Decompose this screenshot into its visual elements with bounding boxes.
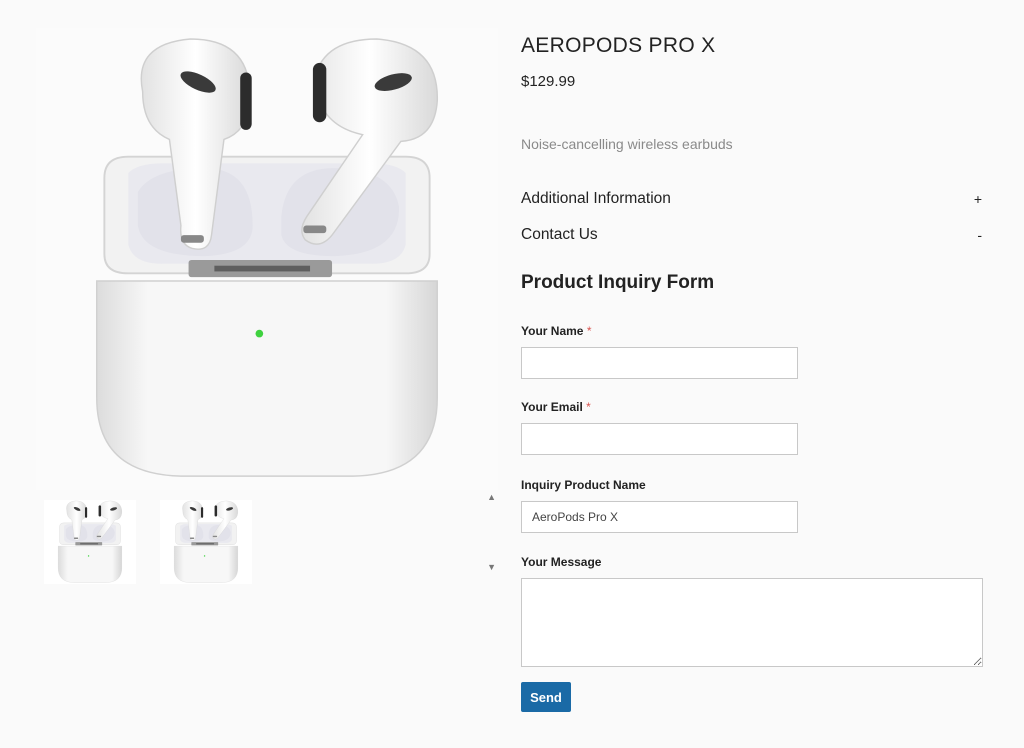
product-name-label: Inquiry Product Name bbox=[521, 478, 646, 492]
required-marker: * bbox=[586, 400, 591, 414]
product-details: AEROPODS PRO X $129.99 Noise-cancelling … bbox=[521, 34, 983, 712]
product-name-group: Inquiry Product Name bbox=[521, 478, 982, 533]
message-group: Your Message bbox=[521, 555, 983, 667]
product-description: Noise-cancelling wireless earbuds bbox=[521, 136, 733, 152]
email-label: Your Email * bbox=[521, 400, 982, 414]
email-group: Your Email * bbox=[521, 400, 982, 455]
message-label: Your Message bbox=[521, 555, 602, 569]
form-title: Product Inquiry Form bbox=[521, 272, 715, 293]
name-field[interactable] bbox=[521, 347, 798, 379]
product-main-image[interactable] bbox=[36, 28, 498, 490]
product-price: $129.99 bbox=[521, 73, 576, 90]
product-name-field[interactable] bbox=[521, 501, 798, 533]
expand-icon[interactable]: + bbox=[974, 191, 982, 207]
email-label-text: Your Email bbox=[521, 400, 583, 414]
name-label-text: Your Name bbox=[521, 324, 584, 338]
airpods-image bbox=[95, 38, 439, 478]
accordion-additional-information[interactable]: Additional Information + bbox=[521, 190, 982, 208]
airpods-thumbnail-image bbox=[58, 500, 123, 583]
inquiry-form: Your Name * Your Email * Inquiry Product… bbox=[521, 324, 983, 712]
thumbnail-scroll-down-icon[interactable]: ▼ bbox=[487, 562, 496, 572]
required-marker: * bbox=[586, 324, 592, 338]
send-button[interactable]: Send bbox=[521, 682, 571, 712]
accordion-label: Contact Us bbox=[521, 226, 598, 243]
product-title: AEROPODS PRO X bbox=[521, 34, 716, 57]
product-gallery: ▲ ▼ bbox=[36, 28, 498, 590]
accordion-contact-us[interactable]: Contact Us - bbox=[521, 226, 982, 244]
thumbnail-2[interactable] bbox=[160, 500, 252, 584]
thumbnail-scroll-up-icon[interactable]: ▲ bbox=[487, 492, 496, 502]
accordion-label: Additional Information bbox=[521, 190, 671, 207]
thumbnail-strip: ▲ ▼ bbox=[36, 492, 498, 590]
thumbnail-1[interactable] bbox=[44, 500, 136, 584]
message-field[interactable] bbox=[521, 578, 983, 667]
name-group: Your Name * bbox=[521, 324, 982, 379]
airpods-thumbnail-image bbox=[174, 500, 239, 583]
email-field[interactable] bbox=[521, 423, 798, 455]
collapse-icon[interactable]: - bbox=[977, 227, 982, 243]
name-label: Your Name * bbox=[521, 324, 982, 338]
